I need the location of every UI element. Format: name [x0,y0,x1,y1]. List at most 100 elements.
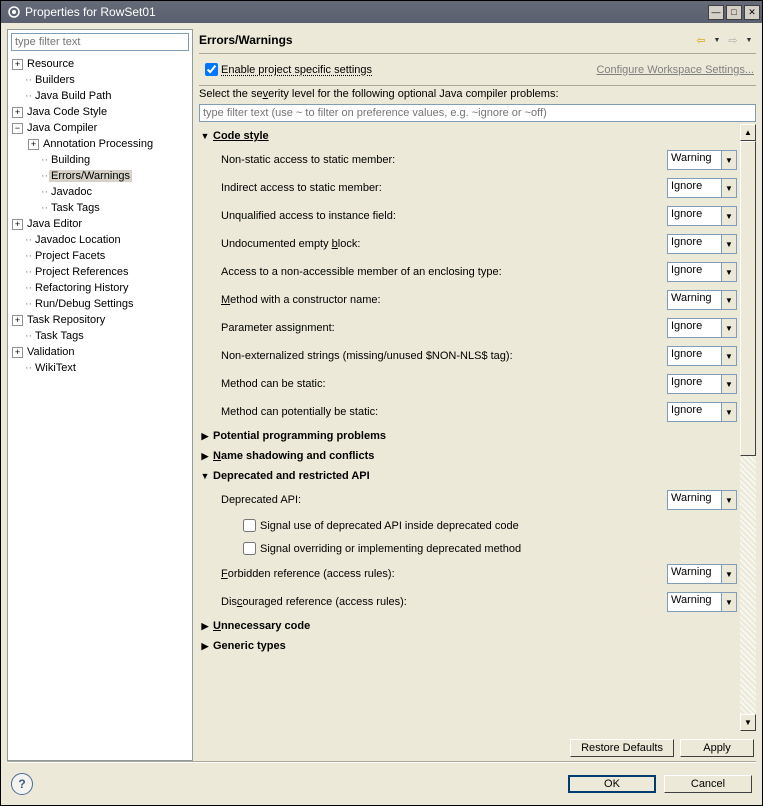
opt-can-pot-static: Method can potentially be static:Ignore▼ [199,398,737,426]
tree-item-task-tags[interactable]: ··Task Tags [8,200,192,216]
combo-forbidden[interactable]: Warning▼ [667,564,737,584]
maximize-button[interactable]: □ [726,5,742,20]
chevron-down-icon[interactable]: ▼ [721,291,736,309]
combo-param-assign[interactable]: Ignore▼ [667,318,737,338]
tree-item-task-repository[interactable]: +Task Repository [8,312,192,328]
scroll-area: ▼Code style Non-static access to static … [199,124,756,731]
chevron-down-icon[interactable]: ▼ [721,491,736,509]
tree-filter-input[interactable] [11,33,189,51]
tree-item-annotation-processing[interactable]: +Annotation Processing [8,136,192,152]
opt-param-assign: Parameter assignment:Ignore▼ [199,314,737,342]
checkbox-signal-override[interactable] [243,542,256,555]
label-signal-inside[interactable]: Signal use of deprecated API inside depr… [260,520,519,532]
combo-access-enclosing[interactable]: Ignore▼ [667,262,737,282]
opt-unqualified: Unqualified access to instance field:Ign… [199,202,737,230]
scroll-up-icon[interactable]: ▲ [740,124,756,141]
tree-item-builders[interactable]: ··Builders [8,72,192,88]
tree-item-javadoc[interactable]: ··Javadoc [8,184,192,200]
chevron-down-icon[interactable]: ▼ [721,207,736,225]
chevron-down-icon[interactable]: ▼ [721,235,736,253]
combo-can-static[interactable]: Ignore▼ [667,374,737,394]
combo-non-externalized[interactable]: Ignore▼ [667,346,737,366]
enable-project-settings-label[interactable]: Enable project specific settings [221,64,372,76]
chevron-down-icon[interactable]: ▼ [721,593,736,611]
combo-undocumented[interactable]: Ignore▼ [667,234,737,254]
tree-item-java-build-path[interactable]: ··Java Build Path [8,88,192,104]
dialog-window: Properties for RowSet01 — □ ✕ +Resource … [0,0,763,806]
right-panel: Errors/Warnings ⇦ ▼ ⇨ ▼ Enable project s… [199,29,756,761]
tree-item-java-code-style[interactable]: +Java Code Style [8,104,192,120]
opt-forbidden: Forbidden reference (access rules):Warni… [199,560,737,588]
combo-deprecated-api[interactable]: Warning▼ [667,490,737,510]
chevron-down-icon[interactable]: ▼ [721,403,736,421]
chevron-down-icon[interactable]: ▼ [721,179,736,197]
close-button[interactable]: ✕ [744,5,760,20]
help-icon[interactable]: ? [11,773,33,795]
tree-item-javadoc-location[interactable]: ··Javadoc Location [8,232,192,248]
scroll-down-icon[interactable]: ▼ [740,714,756,731]
scroll-thumb[interactable] [740,141,756,456]
opt-indirect: Indirect access to static member:Ignore▼ [199,174,737,202]
minimize-button[interactable]: — [708,5,724,20]
combo-can-pot-static[interactable]: Ignore▼ [667,402,737,422]
tree-item-java-compiler[interactable]: −Java Compiler [8,120,192,136]
description-text: Select the severity level for the follow… [199,86,756,104]
enable-project-settings-checkbox[interactable] [205,63,218,76]
window-title: Properties for RowSet01 [25,5,706,19]
tree-item-errors-warnings[interactable]: ··Errors/Warnings [8,168,192,184]
tree-item-refactoring-history[interactable]: ··Refactoring History [8,280,192,296]
chevron-down-icon[interactable]: ▼ [721,263,736,281]
tree-item-run-debug[interactable]: ··Run/Debug Settings [8,296,192,312]
chevron-down-icon[interactable]: ▼ [721,375,736,393]
section-name-shadow[interactable]: ▶Name shadowing and conflicts [199,446,737,466]
tree-item-resource[interactable]: +Resource [8,56,192,72]
apply-button[interactable]: Apply [680,739,754,757]
chevron-down-icon[interactable]: ▼ [721,319,736,337]
titlebar[interactable]: Properties for RowSet01 — □ ✕ [1,1,762,23]
back-icon[interactable]: ⇦ [694,33,708,47]
tree: +Resource ··Builders ··Java Build Path +… [8,54,192,760]
chevron-down-icon[interactable]: ▼ [721,151,736,169]
tree-item-project-facets[interactable]: ··Project Facets [8,248,192,264]
tree-item-project-references[interactable]: ··Project References [8,264,192,280]
checkbox-signal-inside[interactable] [243,519,256,532]
combo-non-static[interactable]: Warning▼ [667,150,737,170]
tree-item-validation[interactable]: +Validation [8,344,192,360]
opt-non-externalized: Non-externalized strings (missing/unused… [199,342,737,370]
combo-unqualified[interactable]: Ignore▼ [667,206,737,226]
back-menu-icon[interactable]: ▼ [710,33,724,47]
section-generic[interactable]: ▶Generic types [199,636,737,656]
opt-method-ctor: Method with a constructor name:Warning▼ [199,286,737,314]
restore-defaults-button[interactable]: Restore Defaults [570,739,674,757]
tree-item-building[interactable]: ··Building [8,152,192,168]
opt-discouraged: Discouraged reference (access rules):War… [199,588,737,616]
app-icon [7,5,21,19]
chevron-down-icon[interactable]: ▼ [721,565,736,583]
tree-item-java-editor[interactable]: +Java Editor [8,216,192,232]
configure-workspace-link[interactable]: Configure Workspace Settings... [596,64,754,76]
combo-discouraged[interactable]: Warning▼ [667,592,737,612]
chevron-down-icon[interactable]: ▼ [721,347,736,365]
cancel-button[interactable]: Cancel [664,775,752,793]
label-signal-override[interactable]: Signal overriding or implementing deprec… [260,543,521,555]
tree-item-wikitext[interactable]: ··WikiText [8,360,192,376]
section-deprecated[interactable]: ▼Deprecated and restricted API [199,466,737,486]
forward-menu-icon[interactable]: ▼ [742,33,756,47]
combo-indirect[interactable]: Ignore▼ [667,178,737,198]
dialog-body: +Resource ··Builders ··Java Build Path +… [1,23,762,761]
scroll-track[interactable] [740,141,756,714]
left-panel: +Resource ··Builders ··Java Build Path +… [7,29,193,761]
nav-icons: ⇦ ▼ ⇨ ▼ [694,33,756,47]
section-code-style[interactable]: ▼Code style [199,126,737,146]
ok-button[interactable]: OK [568,775,656,793]
opt-undocumented: Undocumented empty block:Ignore▼ [199,230,737,258]
combo-method-ctor[interactable]: Warning▼ [667,290,737,310]
options-filter-input[interactable] [199,104,756,122]
opt-non-static: Non-static access to static member:Warni… [199,146,737,174]
enable-row: Enable project specific settings Configu… [199,54,756,85]
section-unnecessary[interactable]: ▶Unnecessary code [199,616,737,636]
section-potential[interactable]: ▶Potential programming problems [199,426,737,446]
bottom-bar: ? OK Cancel [1,763,762,805]
vertical-scrollbar[interactable]: ▲ ▼ [739,124,756,731]
tree-item-task-tags-2[interactable]: ··Task Tags [8,328,192,344]
